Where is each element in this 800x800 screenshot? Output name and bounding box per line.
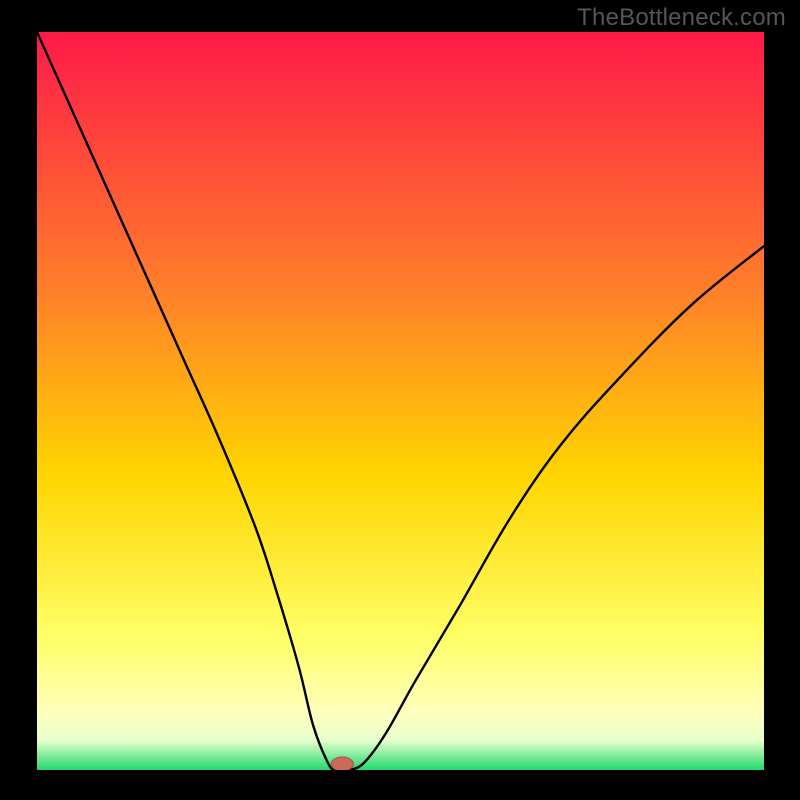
- optimal-point-marker: [331, 757, 353, 770]
- bottleneck-chart: [37, 32, 764, 770]
- gradient-background: [37, 32, 764, 770]
- plot-area: [37, 32, 764, 770]
- chart-frame: TheBottleneck.com: [0, 0, 800, 800]
- watermark-text: TheBottleneck.com: [577, 4, 786, 32]
